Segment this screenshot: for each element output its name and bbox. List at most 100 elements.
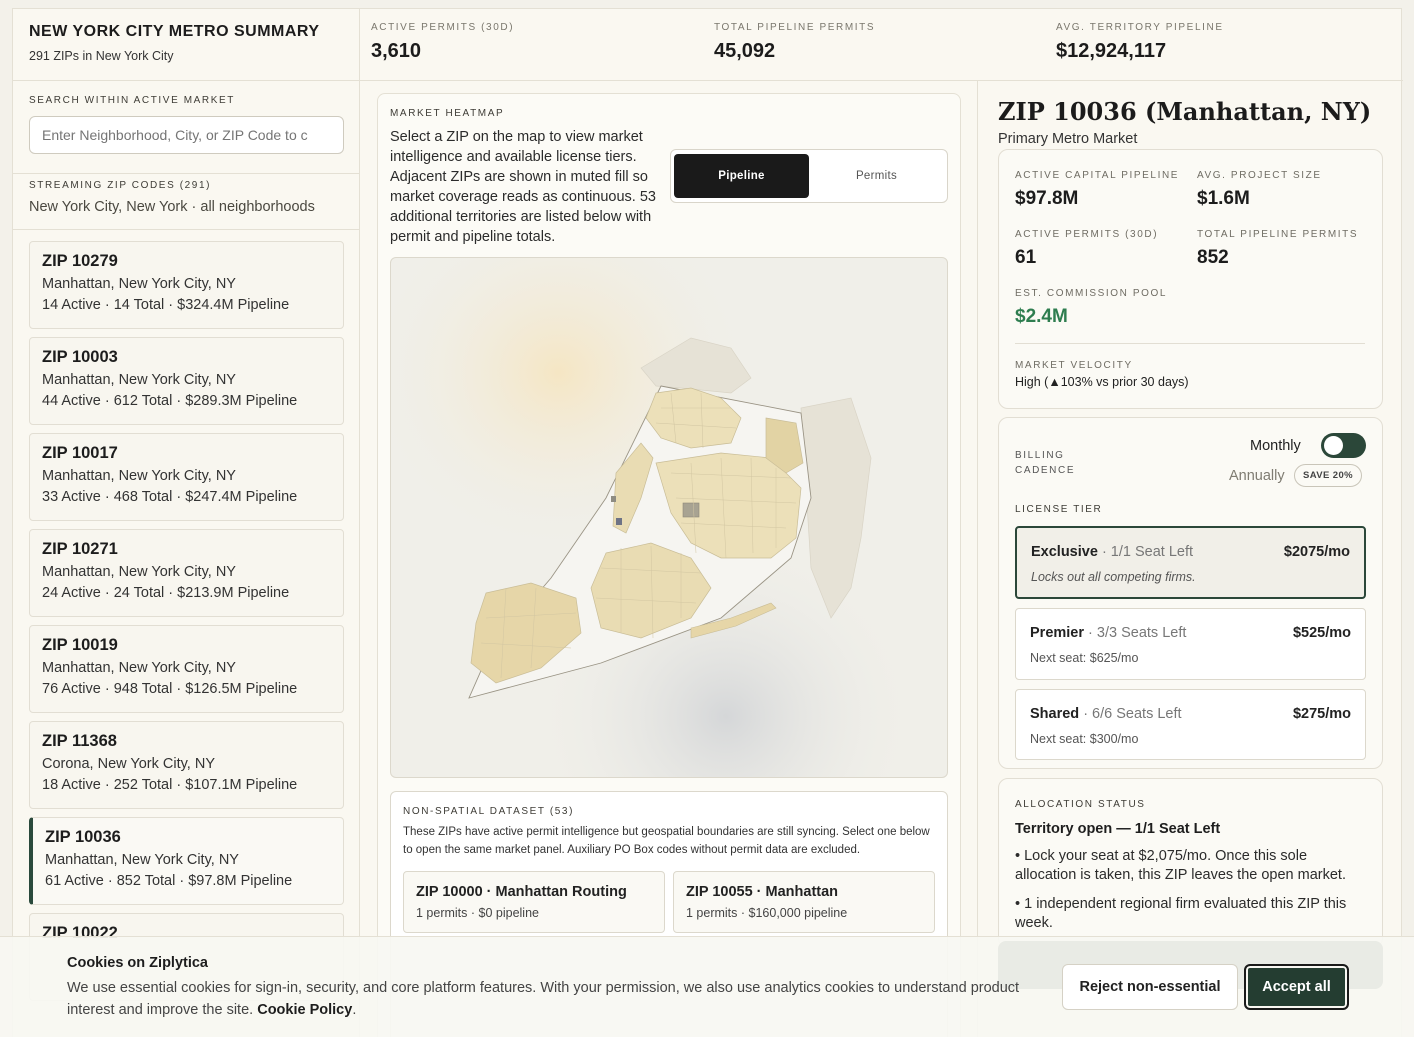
zip-list-item-selected[interactable]: ZIP 10036 Manhattan, New York City, NY 6… xyxy=(29,817,344,905)
billing-cadence-toggle[interactable] xyxy=(1321,433,1366,458)
divider xyxy=(1015,343,1365,344)
zip-stats: 18 Active · 252 Total · $107.1M Pipeline xyxy=(42,777,298,793)
metric-label: TOTAL PIPELINE PERMITS xyxy=(1197,229,1359,240)
commission-value: $2.4M xyxy=(1015,306,1068,327)
tier-note: Next seat: $300/mo xyxy=(1030,732,1139,746)
allocation-card: ALLOCATION STATUS Territory open — 1/1 S… xyxy=(998,778,1383,948)
page-subtitle: 291 ZIPs in New York City xyxy=(29,49,174,63)
stat-total-pipeline: TOTAL PIPELINE PERMITS 45,092 xyxy=(714,22,875,63)
market-heatmap-panel: MARKET HEATMAP Select a ZIP on the map t… xyxy=(377,93,961,1037)
stat-active-permits: ACTIVE PERMITS (30D) 3,610 xyxy=(371,22,514,63)
app-frame: NEW YORK CITY METRO SUMMARY 291 ZIPs in … xyxy=(12,8,1403,1037)
cookie-text: We use essential cookies for sign-in, se… xyxy=(67,980,1020,1018)
nsd-item-title: ZIP 10055 · Manhattan xyxy=(686,884,839,900)
velocity-label: MARKET VELOCITY xyxy=(1015,360,1133,371)
tier-price: $275/mo xyxy=(1292,706,1351,722)
stat-value: 45,092 xyxy=(714,40,776,62)
zip-list-item[interactable]: ZIP 10003 Manhattan, New York City, NY 4… xyxy=(29,337,344,425)
zip-stats: 33 Active · 468 Total · $247.4M Pipeline xyxy=(42,489,298,505)
billing-cadence-label: BILLING CADENCE xyxy=(1015,448,1075,478)
tier-seats: · 1/1 Seat Left xyxy=(1097,544,1194,560)
tier-name: Premier · 3/3 Seats Left xyxy=(1030,625,1186,641)
cookie-banner: Cookies on Ziplytica We use essential co… xyxy=(0,936,1414,1037)
zip-stats: 44 Active · 612 Total · $289.3M Pipeline xyxy=(42,393,298,409)
nyc-zip-map[interactable] xyxy=(391,258,948,778)
zip-title: ZIP 10019 xyxy=(42,636,118,654)
metric-label: EST. COMMISSION POOL xyxy=(1015,288,1168,299)
zip-list-item[interactable]: ZIP 10017 Manhattan, New York City, NY 3… xyxy=(29,433,344,521)
toggle-permits-button[interactable]: Permits xyxy=(809,154,944,198)
allocation-label: ALLOCATION STATUS xyxy=(1015,799,1146,810)
license-card: BILLING CADENCE Monthly Annually SAVE 20… xyxy=(998,417,1383,769)
tier-seats: · 3/3 Seats Left xyxy=(1084,625,1187,641)
billing-label-line: CADENCE xyxy=(1015,465,1076,476)
metric-value: $1.6M xyxy=(1197,188,1250,209)
metric-label: AVG. PROJECT SIZE xyxy=(1197,170,1322,181)
metric-label: ACTIVE CAPITAL PIPELINE xyxy=(1015,170,1180,181)
heatmap-label: MARKET HEATMAP xyxy=(390,108,505,119)
cookie-title: Cookies on Ziplytica xyxy=(67,955,208,971)
reject-cookies-button[interactable]: Reject non-essential xyxy=(1062,964,1238,1010)
tier-shared[interactable]: Shared · 6/6 Seats Left $275/mo Next sea… xyxy=(1015,689,1366,760)
zip-title: ZIP 11368 xyxy=(42,732,117,750)
allocation-bullet: • Lock your seat at $2,075/mo. Once this… xyxy=(1015,848,1346,883)
zip-location: Manhattan, New York City, NY xyxy=(45,852,239,868)
tier-title: Premier xyxy=(1030,625,1085,641)
zip-location: Corona, New York City, NY xyxy=(42,756,215,772)
metric-value: 852 xyxy=(1197,247,1229,268)
metric-value: $97.8M xyxy=(1015,188,1079,209)
search-input[interactable] xyxy=(29,116,344,154)
divider xyxy=(13,229,359,230)
tier-premier[interactable]: Premier · 3/3 Seats Left $525/mo Next se… xyxy=(1015,608,1366,680)
zip-list-item[interactable]: ZIP 10019 Manhattan, New York City, NY 7… xyxy=(29,625,344,713)
nsd-item-title: ZIP 10000 · Manhattan Routing xyxy=(416,884,627,900)
zip-stats: 24 Active · 24 Total · $213.9M Pipeline xyxy=(42,585,290,601)
nsd-list-item[interactable]: ZIP 10055 · Manhattan 1 permits · $160,0… xyxy=(673,871,935,933)
tier-note: Next seat: $625/mo xyxy=(1030,651,1139,665)
nsd-item-sub: 1 permits · $0 pipeline xyxy=(416,906,539,920)
zip-list-item[interactable]: ZIP 11368 Corona, New York City, NY 18 A… xyxy=(29,721,344,809)
zip-stats: 61 Active · 852 Total · $97.8M Pipeline xyxy=(45,873,293,889)
annually-label: Annually xyxy=(1229,468,1285,484)
nsd-list-item[interactable]: ZIP 10000 · Manhattan Routing 1 permits … xyxy=(403,871,665,933)
monthly-label: Monthly xyxy=(1250,438,1301,454)
page-title: NEW YORK CITY METRO SUMMARY xyxy=(29,23,320,40)
tier-exclusive[interactable]: Exclusive · 1/1 Seat Left $2075/mo Locks… xyxy=(1015,526,1366,599)
stat-label: ACTIVE PERMITS (30D) xyxy=(371,22,515,33)
zip-location: Manhattan, New York City, NY xyxy=(42,372,236,388)
nsd-description: These ZIPs have active permit intelligen… xyxy=(403,826,930,856)
zip-detail-subtitle: Primary Metro Market xyxy=(998,131,1138,147)
nsd-label: NON-SPATIAL DATASET (53) xyxy=(403,806,575,817)
zip-sidebar: SEARCH WITHIN ACTIVE MARKET STREAMING ZI… xyxy=(13,81,360,1037)
stat-avg-territory: AVG. TERRITORY PIPELINE $12,924,117 xyxy=(1056,22,1224,63)
stat-value: 3,610 xyxy=(371,40,422,62)
tier-price: $525/mo xyxy=(1292,625,1351,641)
cookie-body: We use essential cookies for sign-in, se… xyxy=(67,980,1020,1018)
zip-title: ZIP 10271 xyxy=(42,540,118,558)
tier-title: Exclusive xyxy=(1031,544,1098,560)
allocation-title: Territory open — 1/1 Seat Left xyxy=(1015,821,1221,837)
metro-summary-header: NEW YORK CITY METRO SUMMARY 291 ZIPs in … xyxy=(13,9,1403,81)
zip-stats: 14 Active · 14 Total · $324.4M Pipeline xyxy=(42,297,290,313)
zip-stats: 76 Active · 948 Total · $126.5M Pipeline xyxy=(42,681,298,697)
zip-location: Manhattan, New York City, NY xyxy=(42,468,236,484)
toggle-knob xyxy=(1324,436,1343,455)
zip-detail-title: ZIP 10036 (Manhattan, NY) xyxy=(998,97,1372,126)
heatmap-map[interactable] xyxy=(390,257,948,778)
zip-title: ZIP 10036 xyxy=(45,828,121,846)
zip-location: Manhattan, New York City, NY xyxy=(42,564,236,580)
zip-list-item[interactable]: ZIP 10279 Manhattan, New York City, NY 1… xyxy=(29,241,344,329)
zip-location: Manhattan, New York City, NY xyxy=(42,660,236,676)
zip-list-item[interactable]: ZIP 10271 Manhattan, New York City, NY 2… xyxy=(29,529,344,617)
tier-name: Exclusive · 1/1 Seat Left xyxy=(1031,544,1193,560)
nsd-item-sub: 1 permits · $160,000 pipeline xyxy=(686,906,848,920)
metric-value: 61 xyxy=(1015,247,1037,268)
metrics-card: ACTIVE CAPITAL PIPELINE $97.8M AVG. PROJ… xyxy=(998,149,1383,409)
cookie-policy-link[interactable]: Cookie Policy xyxy=(257,1002,352,1018)
tier-note: Locks out all competing firms. xyxy=(1031,570,1196,584)
streaming-label: STREAMING ZIP CODES (291) xyxy=(29,180,212,191)
toggle-pipeline-button[interactable]: Pipeline xyxy=(674,154,809,198)
accept-cookies-button[interactable]: Accept all xyxy=(1244,964,1349,1010)
tier-title: Shared xyxy=(1030,706,1080,722)
velocity-value: High (▲103% vs prior 30 days) xyxy=(1015,375,1189,389)
